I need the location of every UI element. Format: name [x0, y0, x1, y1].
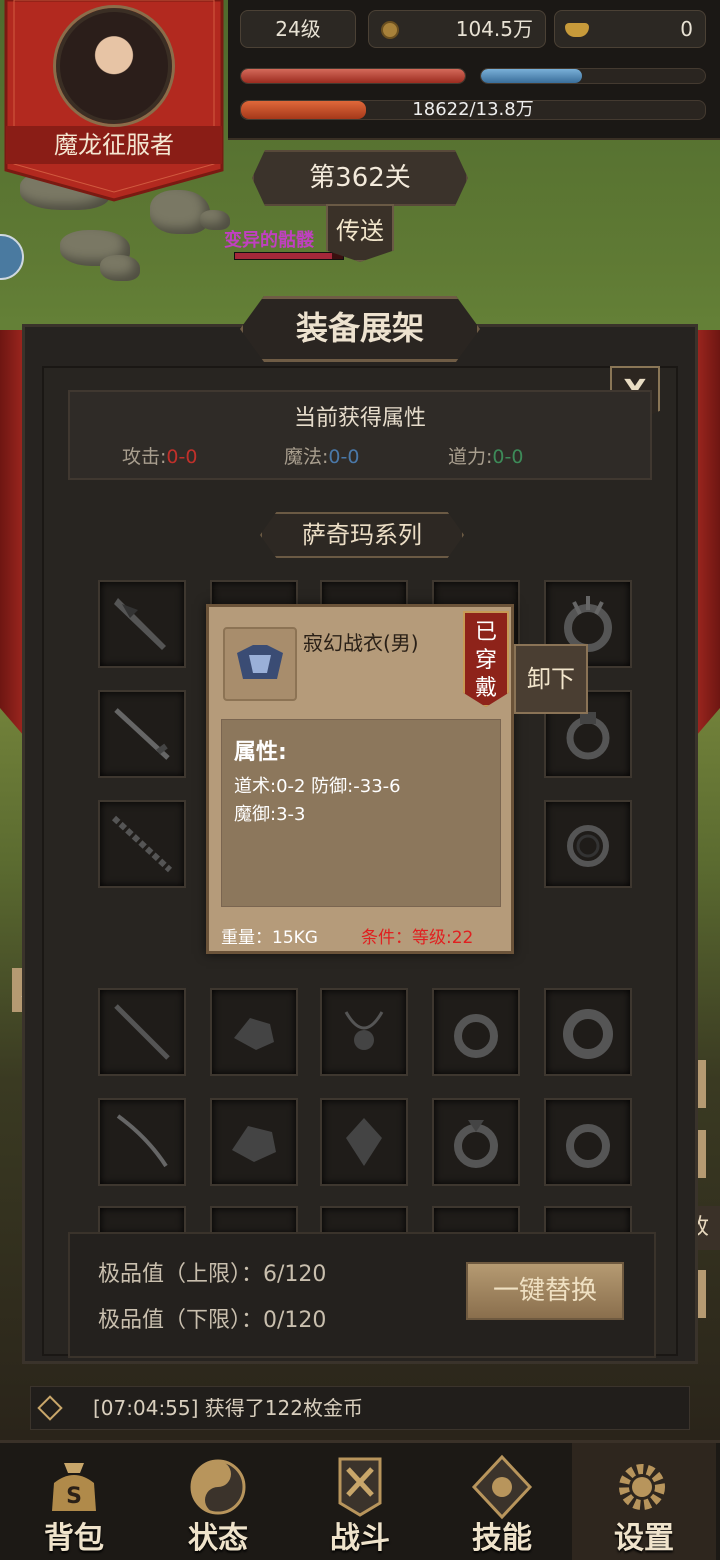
one-key-replace-button[interactable]: 一键替换 — [466, 1262, 624, 1320]
svg-text:S: S — [66, 1484, 82, 1509]
series-title: 萨奇玛系列 — [260, 512, 464, 558]
attributes-title: 当前获得属性 — [293, 406, 426, 431]
quality-upper: 极品值（上限）：6/120 — [98, 1262, 327, 1287]
nav-battle-label: 战斗 — [330, 1521, 390, 1556]
sabre-icon — [116, 1114, 168, 1168]
taiji-icon — [190, 1459, 246, 1515]
compass-icon — [471, 1454, 533, 1520]
log-arrow-icon — [37, 1395, 63, 1421]
equip-slot-row2-4[interactable] — [432, 988, 520, 1076]
top-hud: 24级 104.5万 0 18622/13.8万 — [228, 0, 720, 140]
properties-line-1: 道术:0-2 防御:-33-6 — [234, 776, 401, 797]
gold-amount: 104.5万 — [455, 17, 533, 41]
teleport-button[interactable]: 传送 — [326, 204, 394, 262]
equip-slot-row2-1[interactable] — [98, 988, 186, 1076]
necklace-icon — [344, 1011, 384, 1050]
spear-icon — [111, 815, 173, 873]
ring-icon — [567, 825, 609, 867]
item-name: 寂幻战衣(男) — [303, 631, 419, 655]
player-avatar[interactable] — [56, 8, 172, 124]
ingot-pill[interactable]: 0 — [554, 10, 706, 48]
ingot-icon — [565, 23, 589, 37]
attack-stat: 攻击:0-0 — [122, 446, 198, 468]
ring-icon — [566, 1124, 610, 1168]
stage-label: 第362关 — [252, 150, 468, 206]
item-weight: 重量：15KG — [221, 928, 318, 948]
ring-icon — [454, 1014, 498, 1058]
gold-pill[interactable]: 104.5万 — [368, 10, 546, 48]
ingot-amount: 0 — [680, 17, 693, 41]
equip-slot-row3-4[interactable] — [432, 1098, 520, 1186]
quality-lower: 极品值（下限）：0/120 — [98, 1308, 327, 1333]
panel-title: 装备展架 — [240, 296, 480, 362]
nav-status-label: 状态 — [188, 1521, 248, 1556]
equip-slot-row3-2[interactable] — [210, 1098, 298, 1186]
enemy-name: 变异的骷髅 — [224, 230, 314, 251]
item-requirement: 条件：等级:22 — [361, 928, 474, 948]
mp-bar — [480, 68, 706, 84]
gauntlet-icon — [234, 1018, 274, 1050]
nav-battle[interactable]: 战斗 — [290, 1443, 430, 1560]
sword-icon — [114, 598, 166, 650]
properties-line-2: 魔御:3-3 — [234, 804, 306, 825]
system-log[interactable]: [07:04:55] 获得了122枚金币 — [30, 1386, 690, 1430]
ring-icon — [563, 1009, 613, 1059]
amulet-icon — [346, 1118, 382, 1166]
nav-bag[interactable]: S 背包 — [4, 1443, 144, 1560]
nav-bag-label: 背包 — [44, 1521, 104, 1556]
equip-slot-blade[interactable] — [98, 690, 186, 778]
nav-status[interactable]: 状态 — [148, 1443, 288, 1560]
log-text: [07:04:55] 获得了122枚金币 — [93, 1396, 363, 1420]
crossed-swords-icon — [338, 1457, 382, 1517]
equip-slot-row3-3[interactable] — [320, 1098, 408, 1186]
taoism-stat: 道力:0-0 — [448, 446, 524, 468]
player-name: 魔龙征服者 — [54, 131, 174, 159]
staff-icon — [114, 1004, 170, 1060]
equip-slot-row3-5[interactable] — [544, 1098, 632, 1186]
gauntlet-icon — [232, 1126, 276, 1162]
equip-slot-spear[interactable] — [98, 800, 186, 888]
equip-slot-row2-3[interactable] — [320, 988, 408, 1076]
magic-stat: 魔法:0-0 — [284, 446, 360, 468]
equipped-badge: 已穿戴 — [463, 611, 509, 707]
unequip-button[interactable]: 卸下 — [514, 644, 588, 714]
bottom-nav: S 背包 状态 战斗 技能 设置 — [0, 1440, 720, 1560]
blade-icon — [114, 708, 170, 760]
nav-skills-label: 技能 — [472, 1521, 532, 1556]
enemy-hp-bar — [234, 252, 344, 260]
equip-slot-row2-5[interactable] — [544, 988, 632, 1076]
equip-slot-row2-2[interactable] — [210, 988, 298, 1076]
hp-bar — [240, 68, 466, 84]
equip-slot-sword[interactable] — [98, 580, 186, 668]
nav-skills[interactable]: 技能 — [432, 1443, 572, 1560]
armor-icon — [223, 627, 297, 701]
ring-icon — [454, 1120, 498, 1168]
current-attributes-box: 当前获得属性 攻击:0-0 魔法:0-0 道力:0-0 — [68, 390, 652, 480]
exp-text: 18622/13.8万 — [412, 99, 534, 120]
equip-slot-ring-2[interactable] — [544, 800, 632, 888]
nav-settings[interactable]: 设置 — [572, 1443, 716, 1560]
gold-coin-icon — [381, 21, 399, 39]
properties-title: 属性: — [234, 740, 287, 765]
nav-settings-label: 设置 — [614, 1521, 674, 1556]
level-pill: 24级 — [240, 10, 356, 48]
item-properties: 属性: 道术:0-2 防御:-33-6 魔御:3-3 — [221, 719, 501, 907]
equip-slot-row3-1[interactable] — [98, 1098, 186, 1186]
bag-icon: S — [52, 1463, 96, 1511]
item-tooltip: 寂幻战衣(男) 已穿戴 属性: 道术:0-2 防御:-33-6 魔御:3-3 重… — [206, 604, 514, 954]
gear-icon — [619, 1464, 665, 1510]
